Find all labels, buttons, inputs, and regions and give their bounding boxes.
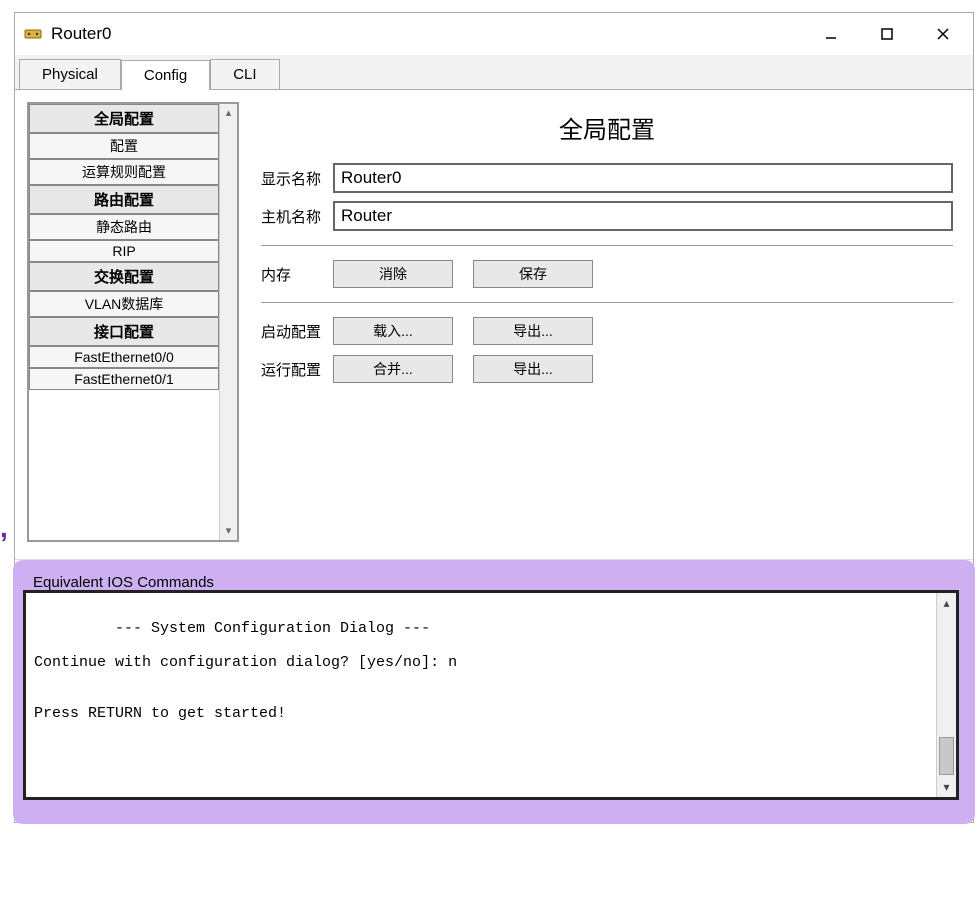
divider xyxy=(261,245,953,246)
display-name-input[interactable] xyxy=(333,163,953,193)
ios-legend: Equivalent IOS Commands xyxy=(29,574,218,591)
content-area: 全局配置 配置 运算规则配置 路由配置 静态路由 RIP 交换配置 VLAN数据… xyxy=(15,90,973,560)
sidebar-header-routing: 路由配置 xyxy=(29,185,219,214)
scroll-down-icon[interactable]: ▾ xyxy=(937,777,956,797)
sidebar-item-static[interactable]: 静态路由 xyxy=(29,214,219,240)
tabbar: Physical Config CLI xyxy=(15,55,973,90)
titlebar: Router0 xyxy=(15,13,973,55)
sidebar-item-vlan[interactable]: VLAN数据库 xyxy=(29,291,219,317)
sidebar-header-interface: 接口配置 xyxy=(29,317,219,346)
tab-cli[interactable]: CLI xyxy=(210,59,279,89)
host-name-label: 主机名称 xyxy=(261,206,333,227)
window-title: Router0 xyxy=(51,24,815,44)
ios-scrollbar[interactable]: ▴ ▾ xyxy=(936,593,956,797)
memory-label: 内存 xyxy=(261,264,333,285)
host-name-input[interactable] xyxy=(333,201,953,231)
config-sidebar: 全局配置 配置 运算规则配置 路由配置 静态路由 RIP 交换配置 VLAN数据… xyxy=(27,102,239,542)
ios-commands-box: --- System Configuration Dialog --- Cont… xyxy=(23,590,959,800)
main-panel: 全局配置 显示名称 主机名称 内存 消除 保存 启动配置 载入... 导出... xyxy=(253,102,961,393)
sidebar-item-rip[interactable]: RIP xyxy=(29,240,219,262)
display-name-label: 显示名称 xyxy=(261,168,333,189)
divider xyxy=(261,302,953,303)
scroll-up-icon[interactable]: ▴ xyxy=(220,104,237,122)
running-label: 运行配置 xyxy=(261,359,333,380)
highlighted-region: Equivalent IOS Commands --- System Confi… xyxy=(13,560,975,824)
tab-config[interactable]: Config xyxy=(121,60,210,90)
annotation-mark: , xyxy=(0,512,8,544)
scrollbar-thumb[interactable] xyxy=(939,737,954,775)
sidebar-header-global: 全局配置 xyxy=(29,104,219,133)
window: Router0 Physical Config CLI 全局配置 配置 运算规则… xyxy=(14,12,974,823)
scroll-down-icon[interactable]: ▾ xyxy=(220,522,237,540)
app-icon xyxy=(23,24,43,44)
maximize-button[interactable] xyxy=(871,18,903,50)
startup-label: 启动配置 xyxy=(261,321,333,342)
sidebar-list: 全局配置 配置 运算规则配置 路由配置 静态路由 RIP 交换配置 VLAN数据… xyxy=(29,104,219,540)
sidebar-item-algorithm[interactable]: 运算规则配置 xyxy=(29,159,219,185)
startup-export-button[interactable]: 导出... xyxy=(473,317,593,345)
tab-physical[interactable]: Physical xyxy=(19,59,121,89)
sidebar-scrollbar[interactable]: ▴ ▾ xyxy=(219,104,237,540)
sidebar-item-settings[interactable]: 配置 xyxy=(29,133,219,159)
sidebar-header-switching: 交换配置 xyxy=(29,262,219,291)
running-merge-button[interactable]: 合并... xyxy=(333,355,453,383)
sidebar-item-fe01[interactable]: FastEthernet0/1 xyxy=(29,368,219,390)
close-button[interactable] xyxy=(927,18,959,50)
ios-commands-output[interactable]: --- System Configuration Dialog --- Cont… xyxy=(26,593,936,797)
memory-save-button[interactable]: 保存 xyxy=(473,260,593,288)
scroll-up-icon[interactable]: ▴ xyxy=(937,593,956,613)
window-controls xyxy=(815,18,959,50)
panel-heading: 全局配置 xyxy=(261,110,953,145)
startup-load-button[interactable]: 载入... xyxy=(333,317,453,345)
memory-clear-button[interactable]: 消除 xyxy=(333,260,453,288)
sidebar-item-fe00[interactable]: FastEthernet0/0 xyxy=(29,346,219,368)
running-export-button[interactable]: 导出... xyxy=(473,355,593,383)
minimize-button[interactable] xyxy=(815,18,847,50)
